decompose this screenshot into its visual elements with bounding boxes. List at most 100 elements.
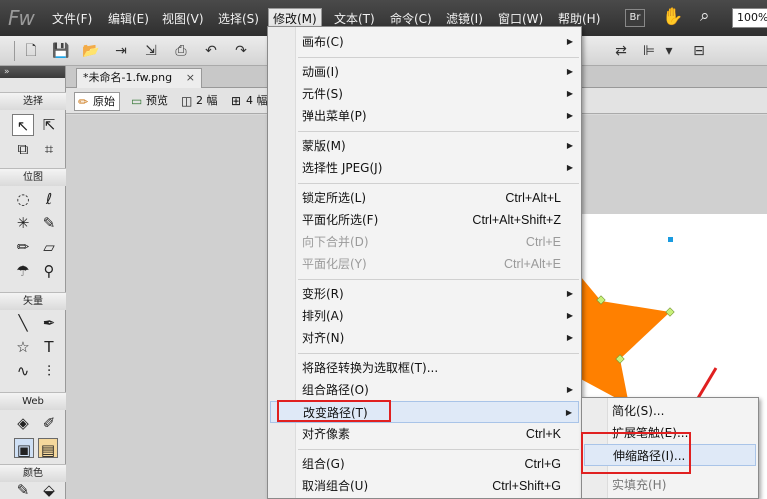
blur-tool-icon[interactable]: ☂ bbox=[12, 260, 34, 282]
zoom-level-field[interactable]: 100% bbox=[732, 8, 767, 28]
tools-section-bitmap: 位图 bbox=[0, 168, 66, 186]
view-original-button[interactable]: ✏ 原始 bbox=[74, 92, 120, 111]
line-tool-icon[interactable]: ╲ bbox=[12, 312, 34, 334]
print-icon[interactable]: ⎙ bbox=[172, 42, 190, 60]
menu-item-merge-down: 向下合并(D) Ctrl+E bbox=[302, 235, 561, 249]
scale-tool-icon[interactable]: ⧉ bbox=[12, 138, 34, 160]
submenu-arrow-icon: ▶ bbox=[566, 311, 573, 320]
menu-item-popup-menu[interactable]: 弹出菜单(P) ▶ bbox=[270, 105, 579, 127]
preview-icon: ▭ bbox=[131, 94, 143, 108]
brush-tool-icon[interactable]: ✎ bbox=[38, 212, 60, 234]
view-preview-button[interactable]: ▭ 预览 bbox=[128, 92, 172, 111]
menu-item-selective-jpeg[interactable]: 选择性 JPEG(J) ▶ bbox=[270, 157, 579, 179]
export-icon[interactable]: ⇲ bbox=[142, 42, 160, 60]
hotspot-tool-icon[interactable]: ◈ bbox=[12, 412, 34, 434]
stroke-color-icon[interactable]: ✎ bbox=[12, 482, 34, 499]
modify-menu: 画布(C) ▶ 动画(I) ▶ 元件(S) ▶ 弹出菜单(P) ▶ 蒙版(M) ▶ 选择性… bbox=[267, 26, 582, 499]
text-tool-icon[interactable]: T bbox=[38, 336, 60, 358]
submenu-arrow-icon: ▶ bbox=[566, 89, 573, 98]
tools-panel-header[interactable]: » bbox=[0, 66, 65, 78]
align-dropdown-icon[interactable]: ▾ bbox=[660, 42, 678, 60]
subselection-tool-icon[interactable]: ⇱ bbox=[38, 114, 60, 136]
menu-item-group[interactable]: 组合(G) Ctrl+G bbox=[270, 453, 579, 475]
menu-item-lock-selection[interactable]: 锁定所选(L) Ctrl+Alt+L bbox=[270, 187, 579, 209]
fireworks-logo: Fw bbox=[8, 6, 35, 30]
selection-handle[interactable] bbox=[668, 237, 673, 242]
submenu-arrow-icon: ▶ bbox=[566, 385, 573, 394]
hand-tool-icon[interactable]: ✋ bbox=[662, 7, 683, 27]
menu-item-flatten-selection[interactable]: 平面化所选(F) Ctrl+Alt+Shift+Z bbox=[270, 209, 579, 231]
show-slices-icon[interactable]: ▤ bbox=[38, 438, 58, 459]
tools-section-colors: 颜色 bbox=[0, 464, 66, 482]
menu-item-mask[interactable]: 蒙版(M) ▶ bbox=[270, 135, 579, 157]
menu-item-symbol[interactable]: 元件(S) ▶ bbox=[270, 83, 579, 105]
view-4up-label: 4 幅 bbox=[246, 94, 268, 107]
view-2up-button[interactable]: ◫ 2 幅 bbox=[178, 92, 222, 111]
tools-section-select: 选择 bbox=[0, 92, 66, 110]
bridge-button[interactable]: Br bbox=[625, 9, 645, 27]
submenu-arrow-icon: ▶ bbox=[566, 67, 573, 76]
zoom-icon[interactable]: ⌕ bbox=[700, 6, 710, 26]
four-up-icon: ⊞ bbox=[231, 94, 242, 108]
menu-file[interactable]: 文件(F) bbox=[48, 9, 96, 29]
submenu-arrow-icon: ▶ bbox=[566, 163, 573, 172]
menu-item-align[interactable]: 对齐(N) ▶ bbox=[270, 327, 579, 349]
submenu-arrow-icon: ▶ bbox=[566, 289, 573, 298]
join-icon[interactable]: ⇄ bbox=[612, 42, 630, 60]
tools-section-vector: 矢量 bbox=[0, 292, 66, 310]
submenu-arrow-icon: ▶ bbox=[566, 37, 573, 46]
import-icon[interactable]: ⇥ bbox=[112, 42, 130, 60]
magic-wand-tool-icon[interactable]: ✳ bbox=[12, 212, 34, 234]
menu-separator bbox=[298, 279, 579, 280]
close-icon[interactable]: × bbox=[186, 69, 195, 87]
hide-slices-icon[interactable]: ▣ bbox=[14, 438, 34, 459]
menu-item-ungroup[interactable]: 取消组合(U) Ctrl+Shift+G bbox=[270, 475, 579, 497]
menu-separator bbox=[298, 353, 579, 354]
star-shape-tool-icon[interactable]: ☆ bbox=[12, 336, 34, 358]
rubber-stamp-tool-icon[interactable]: ⚲ bbox=[38, 260, 60, 282]
view-4up-button[interactable]: ⊞ 4 幅 bbox=[228, 92, 272, 111]
new-file-icon[interactable]: 🗋 bbox=[22, 42, 40, 60]
submenu-item-simplify[interactable]: 简化(S)... bbox=[584, 400, 756, 422]
open-folder-icon[interactable]: 📂 bbox=[82, 42, 100, 60]
align-icon[interactable]: ⊫ bbox=[640, 42, 658, 60]
annotation-box-inset-path bbox=[581, 432, 691, 474]
submenu-arrow-icon: ▶ bbox=[566, 333, 573, 342]
redo-icon[interactable]: ↷ bbox=[232, 42, 250, 60]
menu-item-flatten-layers: 平面化层(Y) Ctrl+Alt+E bbox=[302, 257, 561, 271]
menu-item-transform[interactable]: 变形(R) ▶ bbox=[270, 283, 579, 305]
pen-tool-icon[interactable]: ✒ bbox=[38, 312, 60, 334]
submenu-arrow-icon: ▶ bbox=[566, 141, 573, 150]
fill-color-icon[interactable]: ⬙ bbox=[38, 482, 60, 499]
tools-section-web: Web bbox=[0, 392, 66, 410]
menu-select[interactable]: 选择(S) bbox=[214, 9, 263, 29]
distribute-icon[interactable]: ⊟ bbox=[690, 42, 708, 60]
document-tab[interactable]: *未命名-1.fw.png × bbox=[76, 68, 202, 88]
slice-tool-icon[interactable]: ✐ bbox=[38, 412, 60, 434]
menu-item-combine-paths[interactable]: 组合路径(O) ▶ bbox=[270, 379, 579, 401]
pencil-icon: ✏ bbox=[78, 95, 89, 109]
menu-item-snap-to-pixel[interactable]: 对齐像素 Ctrl+K bbox=[270, 423, 579, 445]
menu-separator bbox=[298, 131, 579, 132]
menu-separator bbox=[298, 57, 579, 58]
menu-modify[interactable]: 修改(M) bbox=[268, 8, 322, 28]
eraser-tool-icon[interactable]: ▱ bbox=[38, 236, 60, 258]
knife-tool-icon[interactable]: ⫶ bbox=[38, 360, 60, 382]
menu-separator bbox=[298, 183, 579, 184]
crop-tool-icon[interactable]: ⌗ bbox=[38, 138, 60, 160]
pointer-tool-icon[interactable]: ↖ bbox=[12, 114, 34, 136]
lasso-tool-icon[interactable]: ℓ bbox=[38, 188, 60, 210]
undo-icon[interactable]: ↶ bbox=[202, 42, 220, 60]
menu-item-convert-path-to-marquee[interactable]: 将路径转换为选取框(T)... bbox=[270, 357, 579, 379]
submenu-arrow-icon: ▶ bbox=[566, 111, 573, 120]
menu-item-canvas[interactable]: 画布(C) ▶ bbox=[270, 31, 579, 53]
submenu-item-fill[interactable]: 实填充(H) bbox=[584, 474, 756, 496]
menu-item-arrange[interactable]: 排列(A) ▶ bbox=[270, 305, 579, 327]
save-icon[interactable]: 💾 bbox=[52, 42, 70, 60]
menu-edit[interactable]: 编辑(E) bbox=[104, 9, 153, 29]
marquee-tool-icon[interactable]: ◌ bbox=[12, 188, 34, 210]
menu-item-animation[interactable]: 动画(I) ▶ bbox=[270, 61, 579, 83]
menu-view[interactable]: 视图(V) bbox=[158, 9, 208, 29]
freeform-tool-icon[interactable]: ∿ bbox=[12, 360, 34, 382]
pencil-tool-icon[interactable]: ✏ bbox=[12, 236, 34, 258]
